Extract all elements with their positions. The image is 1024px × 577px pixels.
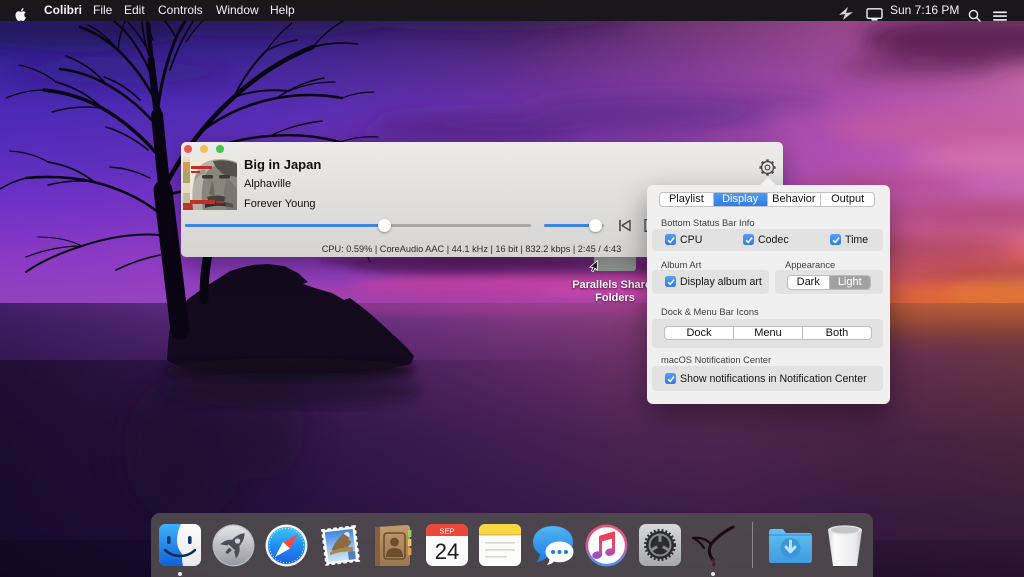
svg-text:24: 24 — [435, 539, 459, 564]
svg-text:SEP: SEP — [439, 527, 454, 536]
